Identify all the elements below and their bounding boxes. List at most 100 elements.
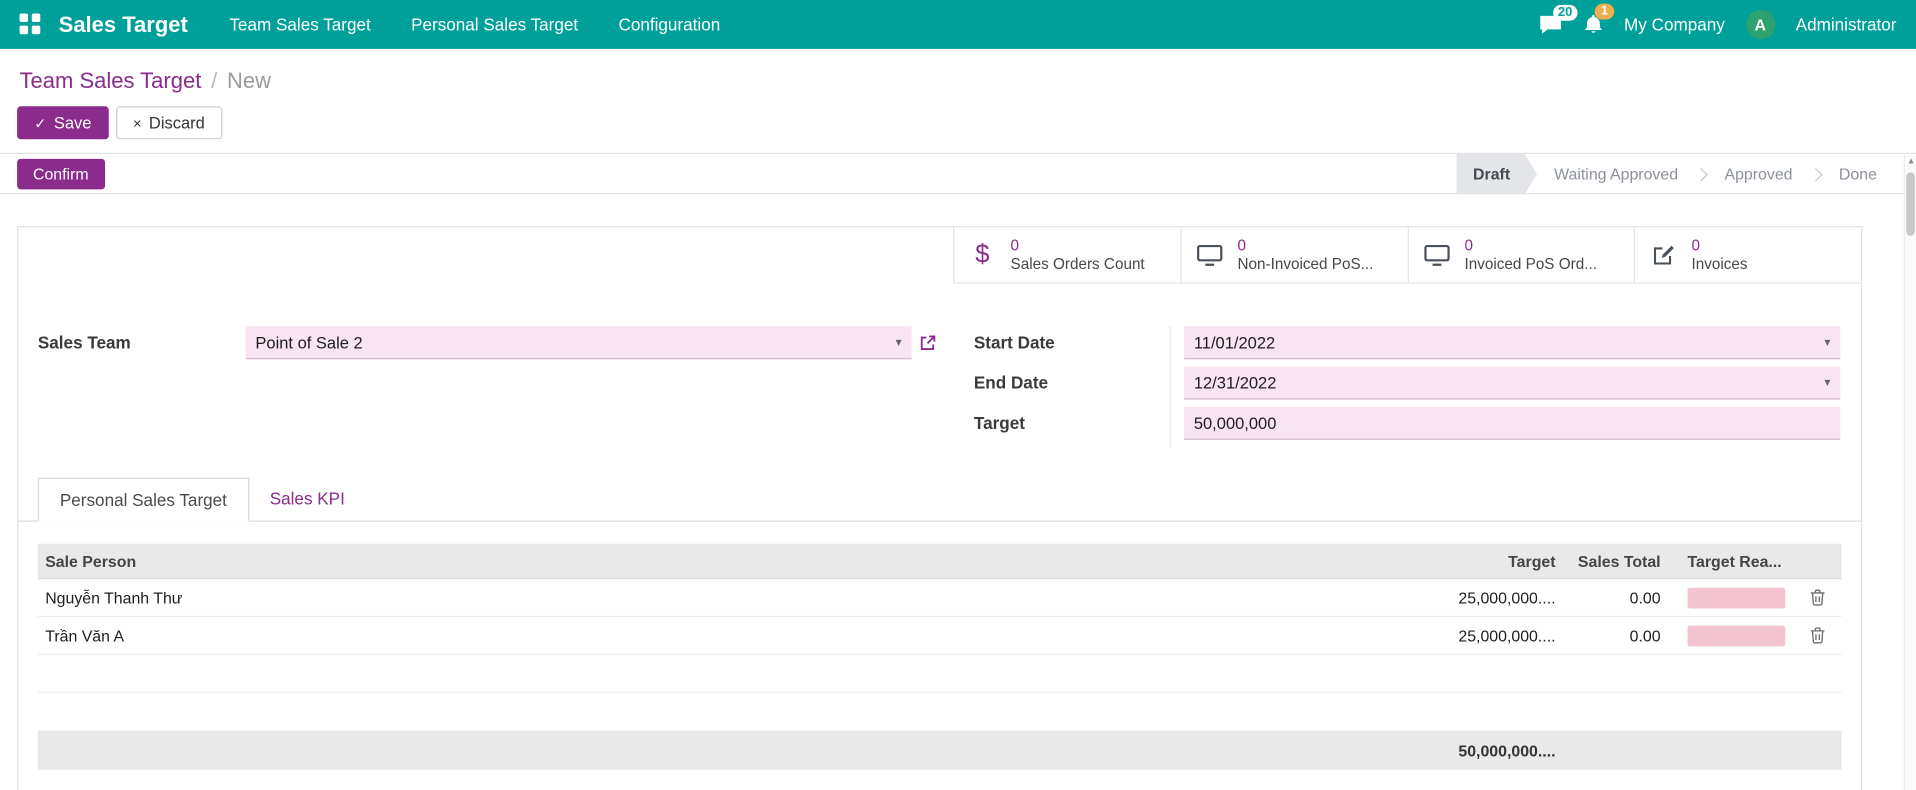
activities-icon[interactable]: 1	[1584, 3, 1615, 35]
scrollbar-thumb[interactable]	[1906, 172, 1915, 236]
stat-value: 0	[1010, 236, 1020, 254]
cell-sale-person[interactable]: Trần Văn A	[38, 626, 1421, 644]
record-actions: ✓ Save × Discard	[17, 106, 1916, 140]
messages-badge: 20	[1553, 4, 1578, 21]
scroll-up-arrow[interactable]: ▲	[1905, 158, 1916, 167]
chevron-down-icon[interactable]: ▾	[896, 335, 902, 348]
save-button[interactable]: ✓ Save	[17, 106, 109, 140]
chevron-down-icon[interactable]: ▾	[1824, 335, 1830, 348]
cell-sales-total[interactable]: 0.00	[1558, 588, 1663, 606]
apps-grid-square	[31, 25, 41, 35]
nav-menu-personal-sales-target[interactable]: Personal Sales Target	[411, 15, 578, 35]
status-step-waiting-approved[interactable]: Waiting Approved	[1537, 154, 1695, 194]
end-date-input[interactable]	[1193, 373, 1817, 392]
statusbar: Draft Waiting Approved Approved Done	[1456, 154, 1894, 194]
form-sheet: $ 0 Sales Orders Count 0 Non-Invoiced Po…	[17, 226, 1863, 790]
chevron-right-icon	[1808, 167, 1823, 182]
table-header-row: Sale Person Target Sales Total Target Re…	[37, 543, 1842, 580]
stat-button-invoices[interactable]: 0 Invoices	[1634, 227, 1862, 283]
stat-value: 0	[1237, 236, 1247, 254]
field-groups: Sales Team ▾ Start Date ▾	[18, 326, 1861, 448]
company-switcher[interactable]: My Company	[1624, 15, 1725, 35]
check-icon: ✓	[34, 114, 47, 132]
discard-button[interactable]: × Discard	[115, 106, 222, 140]
confirm-button[interactable]: Confirm	[17, 158, 105, 189]
status-step-draft[interactable]: Draft	[1456, 154, 1537, 194]
stat-value: 0	[1464, 236, 1473, 254]
stat-label: Invoices	[1691, 254, 1748, 272]
monitor-icon	[1194, 244, 1226, 266]
target-input[interactable]	[1193, 413, 1831, 432]
chevron-down-icon[interactable]: ▾	[1824, 376, 1830, 389]
chevron-right-icon	[1694, 167, 1709, 182]
trash-icon	[1810, 589, 1824, 606]
stat-button-invoiced-pos[interactable]: 0 Invoiced PoS Ord...	[1407, 227, 1635, 283]
column-header-target-reached[interactable]: Target Rea...	[1663, 552, 1793, 570]
nav-menu-team-sales-target[interactable]: Team Sales Target	[229, 15, 370, 35]
breadcrumb-current: New	[226, 68, 272, 93]
target-label: Target	[973, 413, 1025, 433]
cell-sale-person[interactable]: Nguyễn Thanh Thư	[38, 588, 1421, 606]
systray: 20 1 My Company A Administrator	[1538, 3, 1897, 40]
sales-team-input[interactable]	[255, 332, 889, 352]
end-date-label: End Date	[973, 372, 1049, 393]
tab-sales-kpi[interactable]: Sales KPI	[249, 478, 366, 521]
top-nav: Sales Target Team Sales Target Personal …	[0, 0, 1916, 49]
start-date-field[interactable]: ▾	[1184, 326, 1841, 360]
sales-team-label: Sales Team	[37, 332, 131, 352]
external-link-icon[interactable]	[919, 334, 937, 448]
stat-value: 0	[1691, 236, 1700, 254]
start-date-label: Start Date	[973, 332, 1055, 352]
app-name[interactable]: Sales Target	[59, 12, 188, 38]
breadcrumb: Team Sales Target / New	[0, 49, 1916, 94]
apps-grid-icon[interactable]	[19, 13, 42, 35]
save-button-label: Save	[53, 113, 92, 132]
vertical-scrollbar[interactable]: ▲	[1903, 155, 1916, 790]
cell-target[interactable]: 25,000,000....	[1421, 588, 1558, 606]
delete-row-button[interactable]	[1793, 627, 1842, 644]
table-footer-row: 50,000,000....	[37, 730, 1842, 770]
column-header-sales-total[interactable]: Sales Total	[1558, 552, 1663, 570]
tab-personal-sales-target[interactable]: Personal Sales Target	[37, 477, 249, 522]
user-menu[interactable]: Administrator	[1796, 15, 1897, 35]
status-step-done[interactable]: Done	[1822, 154, 1894, 194]
discard-button-label: Discard	[148, 113, 205, 132]
stat-button-non-invoiced-pos[interactable]: 0 Non-Invoiced PoS...	[1180, 227, 1408, 283]
trash-icon	[1810, 627, 1824, 644]
nav-menu-configuration[interactable]: Configuration	[618, 15, 720, 35]
stat-button-sales-orders[interactable]: $ 0 Sales Orders Count	[953, 227, 1181, 283]
notebook-tabs: Personal Sales Target Sales KPI	[18, 477, 1862, 522]
start-date-input[interactable]	[1193, 332, 1817, 352]
delete-row-button[interactable]	[1793, 589, 1842, 606]
field-group-left: Sales Team ▾	[38, 326, 952, 447]
status-step-approved[interactable]: Approved	[1707, 154, 1809, 194]
dollar-icon: $	[975, 240, 990, 269]
monitor-icon	[1421, 244, 1453, 266]
apps-grid-square	[31, 13, 41, 22]
column-header-sale-person[interactable]: Sale Person	[38, 552, 1421, 570]
column-header-target[interactable]: Target	[1421, 552, 1558, 570]
cell-sales-total[interactable]: 0.00	[1558, 626, 1663, 644]
target-reached-progressbar	[1687, 625, 1786, 646]
end-date-field[interactable]: ▾	[1184, 366, 1841, 400]
cell-target[interactable]: 25,000,000....	[1421, 626, 1558, 644]
activities-badge: 1	[1594, 3, 1615, 20]
apps-grid-square	[19, 25, 29, 35]
close-icon: ×	[133, 114, 142, 132]
table-row[interactable]: Trần Văn A 25,000,000.... 0.00	[37, 617, 1842, 655]
table-body: Nguyễn Thanh Thư 25,000,000.... 0.00 Trầ…	[37, 579, 1842, 693]
stat-button-row: $ 0 Sales Orders Count 0 Non-Invoiced Po…	[953, 227, 1862, 284]
form-header-band: Confirm Draft Waiting Approved Approved …	[0, 152, 1916, 195]
stat-label: Sales Orders Count	[1010, 254, 1145, 272]
breadcrumb-parent-link[interactable]: Team Sales Target	[20, 68, 202, 94]
sales-team-field[interactable]: ▾	[245, 326, 912, 360]
user-avatar[interactable]: A	[1745, 9, 1775, 40]
messages-icon[interactable]: 20	[1538, 4, 1578, 35]
target-total: 50,000,000....	[1458, 741, 1556, 760]
table-empty-row[interactable]	[37, 655, 1842, 693]
personal-sales-target-table: Sale Person Target Sales Total Target Re…	[37, 543, 1842, 693]
table-row[interactable]: Nguyễn Thanh Thư 25,000,000.... 0.00	[37, 579, 1842, 618]
edit-icon	[1647, 244, 1679, 266]
target-reached-progressbar	[1687, 587, 1786, 608]
target-field[interactable]	[1184, 406, 1841, 440]
